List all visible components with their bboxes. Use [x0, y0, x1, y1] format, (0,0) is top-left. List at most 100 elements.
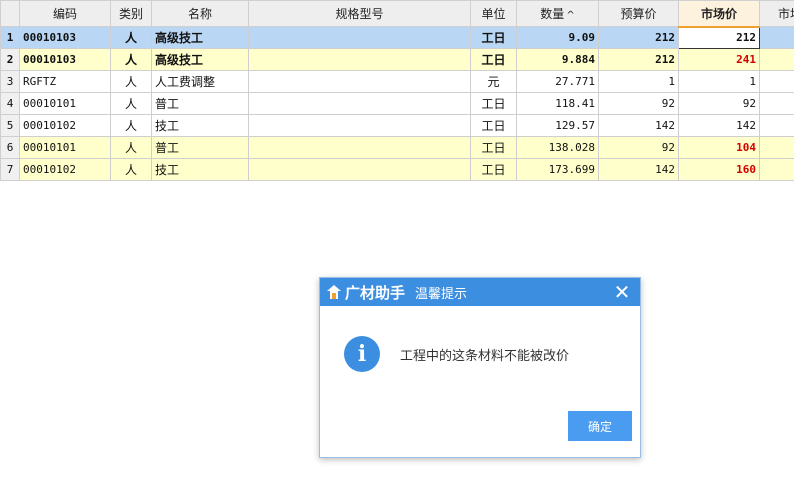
cell-market-price[interactable]: 241	[678, 48, 760, 71]
col-header-spec[interactable]: 规格型号	[248, 0, 471, 27]
cell-unit: 工日	[470, 48, 517, 71]
dialog-body: i 工程中的这条材料不能被改价	[320, 306, 640, 372]
cell-market-price[interactable]: 1	[678, 70, 760, 93]
table-body: 1 00010103 人高级技工 工日 9.09 212 212 2 00010103 人高级技工…	[0, 26, 794, 181]
cell-unit: 工日	[470, 92, 517, 115]
cell-name: 普工	[151, 92, 249, 115]
cell-code: RGFTZ	[19, 70, 111, 93]
row-index: 3	[0, 70, 20, 93]
close-icon[interactable]: ✕	[612, 282, 632, 302]
cell-type: 人	[110, 26, 152, 49]
dialog-titlebar[interactable]: 广材助手 温馨提示 ✕	[320, 278, 640, 306]
cell-market-extra	[759, 92, 794, 115]
cell-budget-price: 142	[598, 158, 679, 181]
cell-name: 普工	[151, 136, 249, 159]
row-index: 2	[0, 48, 20, 71]
cell-spec	[248, 26, 471, 49]
dialog-message: 工程中的这条材料不能被改价	[400, 348, 570, 364]
cell-type: 人	[110, 158, 152, 181]
table-row[interactable]: 5 00010102 人技工 工日 129.57 142 142	[0, 114, 794, 137]
cell-market-price[interactable]: 160	[678, 158, 760, 181]
cell-name: 技工	[151, 158, 249, 181]
table-row[interactable]: 7 00010102 人技工 工日 173.699 142 160	[0, 158, 794, 181]
cell-code: 00010102	[19, 158, 111, 181]
col-header-quantity-label: 数量	[540, 7, 565, 21]
house-logo-icon	[326, 284, 342, 300]
cell-type: 人	[110, 70, 152, 93]
col-header-unit[interactable]: 单位	[470, 0, 517, 27]
brand-name: 广材助手	[345, 283, 406, 302]
cell-unit: 元	[470, 70, 517, 93]
row-index: 4	[0, 92, 20, 115]
cell-unit: 工日	[470, 136, 517, 159]
cell-name: 技工	[151, 114, 249, 137]
cell-code: 00010101	[19, 136, 111, 159]
table-row[interactable]: 4 00010101 人普工 工日 118.41 92 92	[0, 92, 794, 115]
cell-market-extra	[759, 70, 794, 93]
table-row[interactable]: 3 RGFTZ 人人工费调整元 27.771 1 1	[0, 70, 794, 93]
row-index: 1	[0, 26, 20, 49]
cell-budget-price: 142	[598, 114, 679, 137]
cell-spec	[248, 158, 471, 181]
cell-code: 00010103	[19, 26, 111, 49]
cell-market-extra	[759, 136, 794, 159]
table-row[interactable]: 2 00010103 人高级技工 工日 9.884 212 241	[0, 48, 794, 71]
cell-type: 人	[110, 114, 152, 137]
cell-market-price[interactable]: 92	[678, 92, 760, 115]
cell-code: 00010103	[19, 48, 111, 71]
cell-name: 人工费调整	[151, 70, 249, 93]
col-header-market-price[interactable]: 市场价	[678, 0, 760, 28]
cell-quantity: 27.771	[516, 70, 599, 93]
cell-unit: 工日	[470, 158, 517, 181]
cell-spec	[248, 136, 471, 159]
cell-quantity: 9.09	[516, 26, 599, 49]
col-header-budget-price[interactable]: 预算价	[598, 0, 679, 27]
cell-code: 00010102	[19, 114, 111, 137]
header-row: 编码 类别 名称 规格型号 单位 数量^ 预算价 市场价 市场	[0, 0, 794, 28]
cell-market-price[interactable]: 212	[678, 26, 760, 49]
cell-spec	[248, 70, 471, 93]
col-header-name[interactable]: 名称	[151, 0, 249, 27]
col-header-type[interactable]: 类别	[110, 0, 152, 27]
cell-spec	[248, 92, 471, 115]
cell-quantity: 138.028	[516, 136, 599, 159]
cell-budget-price: 92	[598, 92, 679, 115]
col-header-market-extra[interactable]: 市场	[759, 0, 794, 27]
cell-type: 人	[110, 136, 152, 159]
warning-dialog: 广材助手 温馨提示 ✕ i 工程中的这条材料不能被改价 确定	[319, 277, 641, 458]
cell-budget-price: 1	[598, 70, 679, 93]
row-index: 6	[0, 136, 20, 159]
cell-market-price[interactable]: 142	[678, 114, 760, 137]
cell-quantity: 118.41	[516, 92, 599, 115]
cell-market-price[interactable]: 104	[678, 136, 760, 159]
cell-market-extra	[759, 48, 794, 71]
cell-market-extra	[759, 158, 794, 181]
cell-budget-price: 212	[598, 26, 679, 49]
cell-market-extra	[759, 114, 794, 137]
material-table: 编码 类别 名称 规格型号 单位 数量^ 预算价 市场价 市场 10001010…	[0, 0, 794, 181]
cell-quantity: 9.884	[516, 48, 599, 71]
cell-budget-price: 92	[598, 136, 679, 159]
cell-unit: 工日	[470, 26, 517, 49]
dialog-title: 温馨提示	[415, 286, 468, 302]
cell-spec	[248, 48, 471, 71]
col-header-quantity[interactable]: 数量 ^	[516, 0, 599, 27]
brand-logo: 广材助手	[326, 282, 405, 303]
ok-button[interactable]: 确定	[568, 411, 632, 441]
row-index: 7	[0, 158, 20, 181]
material-grid: 编码 类别 名称 规格型号 单位 数量^ 预算价 市场价 市场 10001010…	[0, 0, 794, 181]
cell-quantity: 129.57	[516, 114, 599, 137]
col-header-index[interactable]	[0, 0, 20, 27]
cell-quantity: 173.699	[516, 158, 599, 181]
cell-market-extra	[759, 26, 794, 49]
cell-code: 00010101	[19, 92, 111, 115]
row-index: 5	[0, 114, 20, 137]
table-row[interactable]: 1 00010103 人高级技工 工日 9.09 212 212	[0, 26, 794, 49]
cell-type: 人	[110, 92, 152, 115]
cell-unit: 工日	[470, 114, 517, 137]
info-icon: i	[344, 336, 380, 372]
cell-name: 高级技工	[151, 48, 249, 71]
table-row[interactable]: 6 00010101 人普工 工日 138.028 92 104	[0, 136, 794, 159]
cell-type: 人	[110, 48, 152, 71]
col-header-code[interactable]: 编码	[19, 0, 111, 27]
